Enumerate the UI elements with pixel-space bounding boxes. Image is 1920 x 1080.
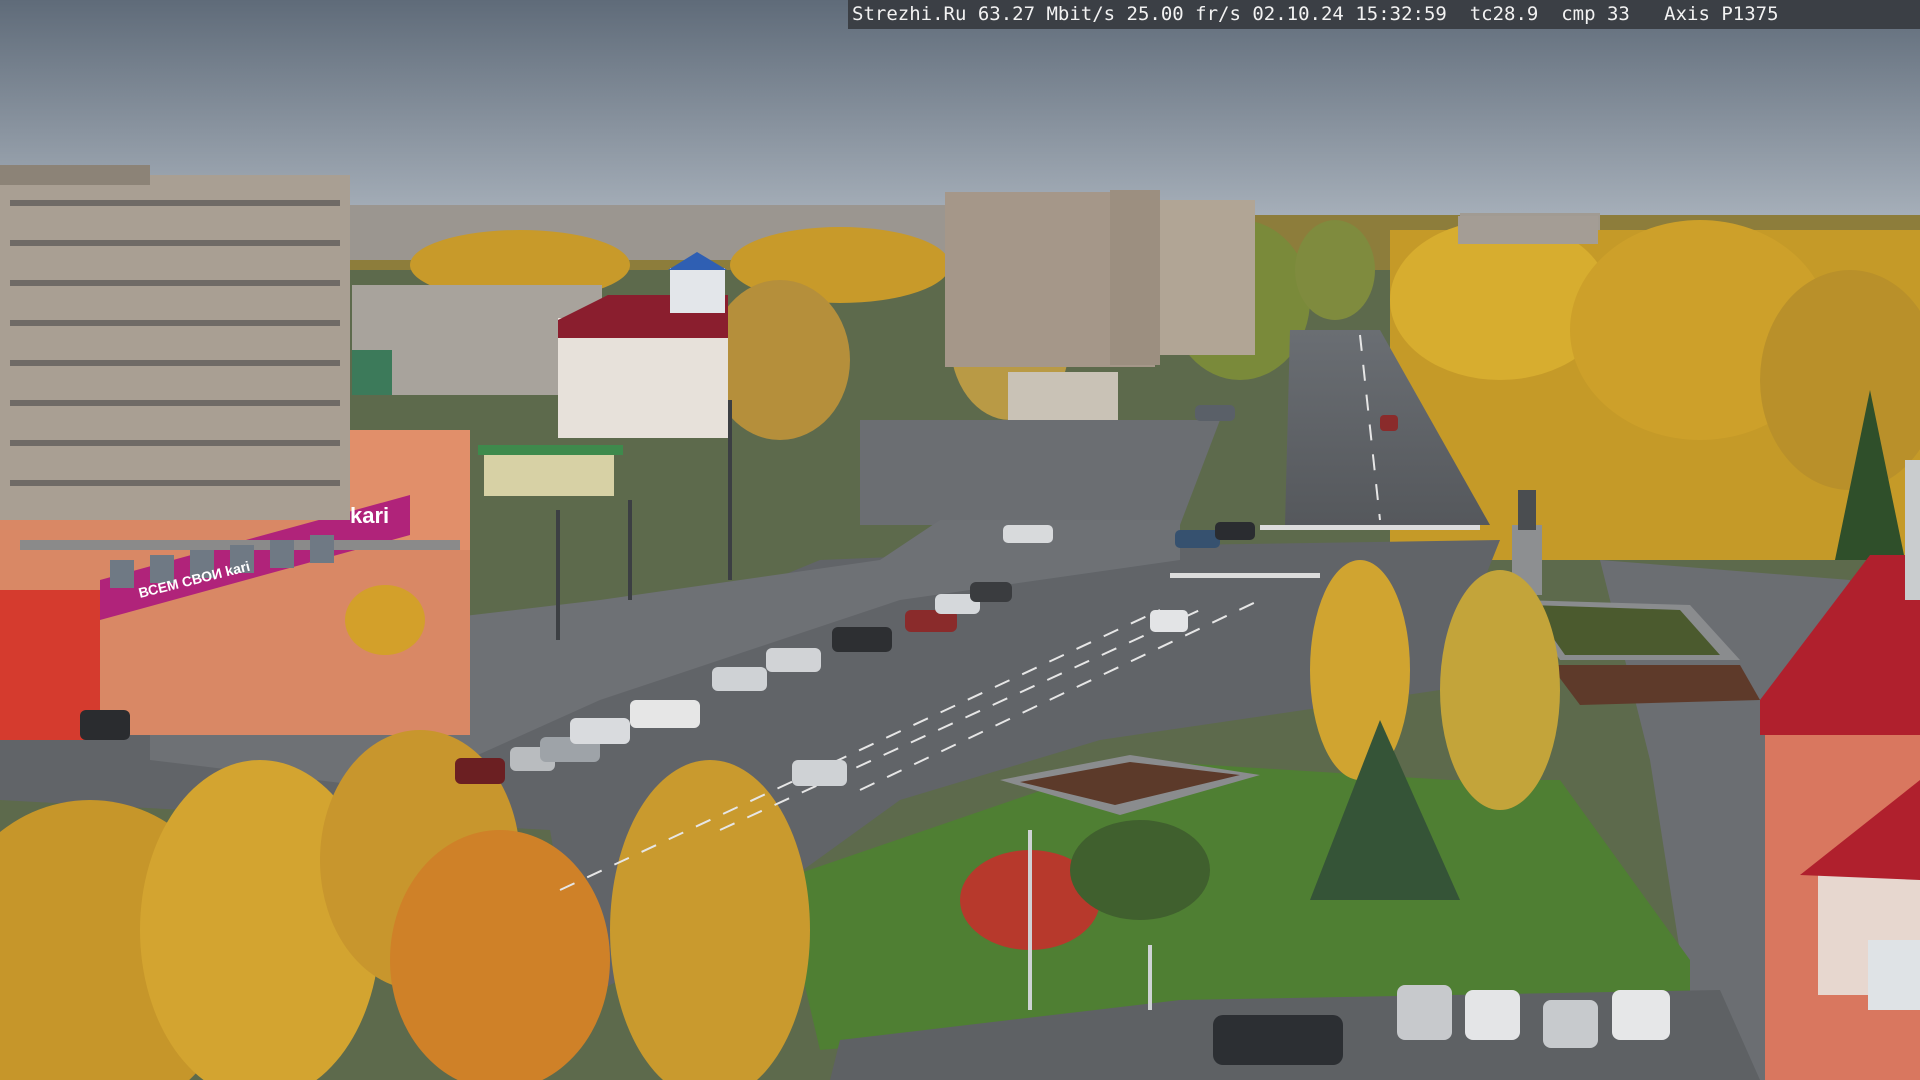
store-brand-sign: kari (350, 503, 389, 528)
plaza-lot (860, 420, 1220, 525)
tall-apartment-tower (945, 190, 1255, 367)
webcam-scene: kari ВСЕМ СВОИ kari (0, 0, 1920, 1080)
camera-info-overlay: Strezhi.Ru 63.27 Mbit/s 25.00 fr/s 02.10… (848, 0, 1920, 29)
far-right-building (1458, 216, 1598, 244)
left-apartment-block (0, 165, 350, 520)
